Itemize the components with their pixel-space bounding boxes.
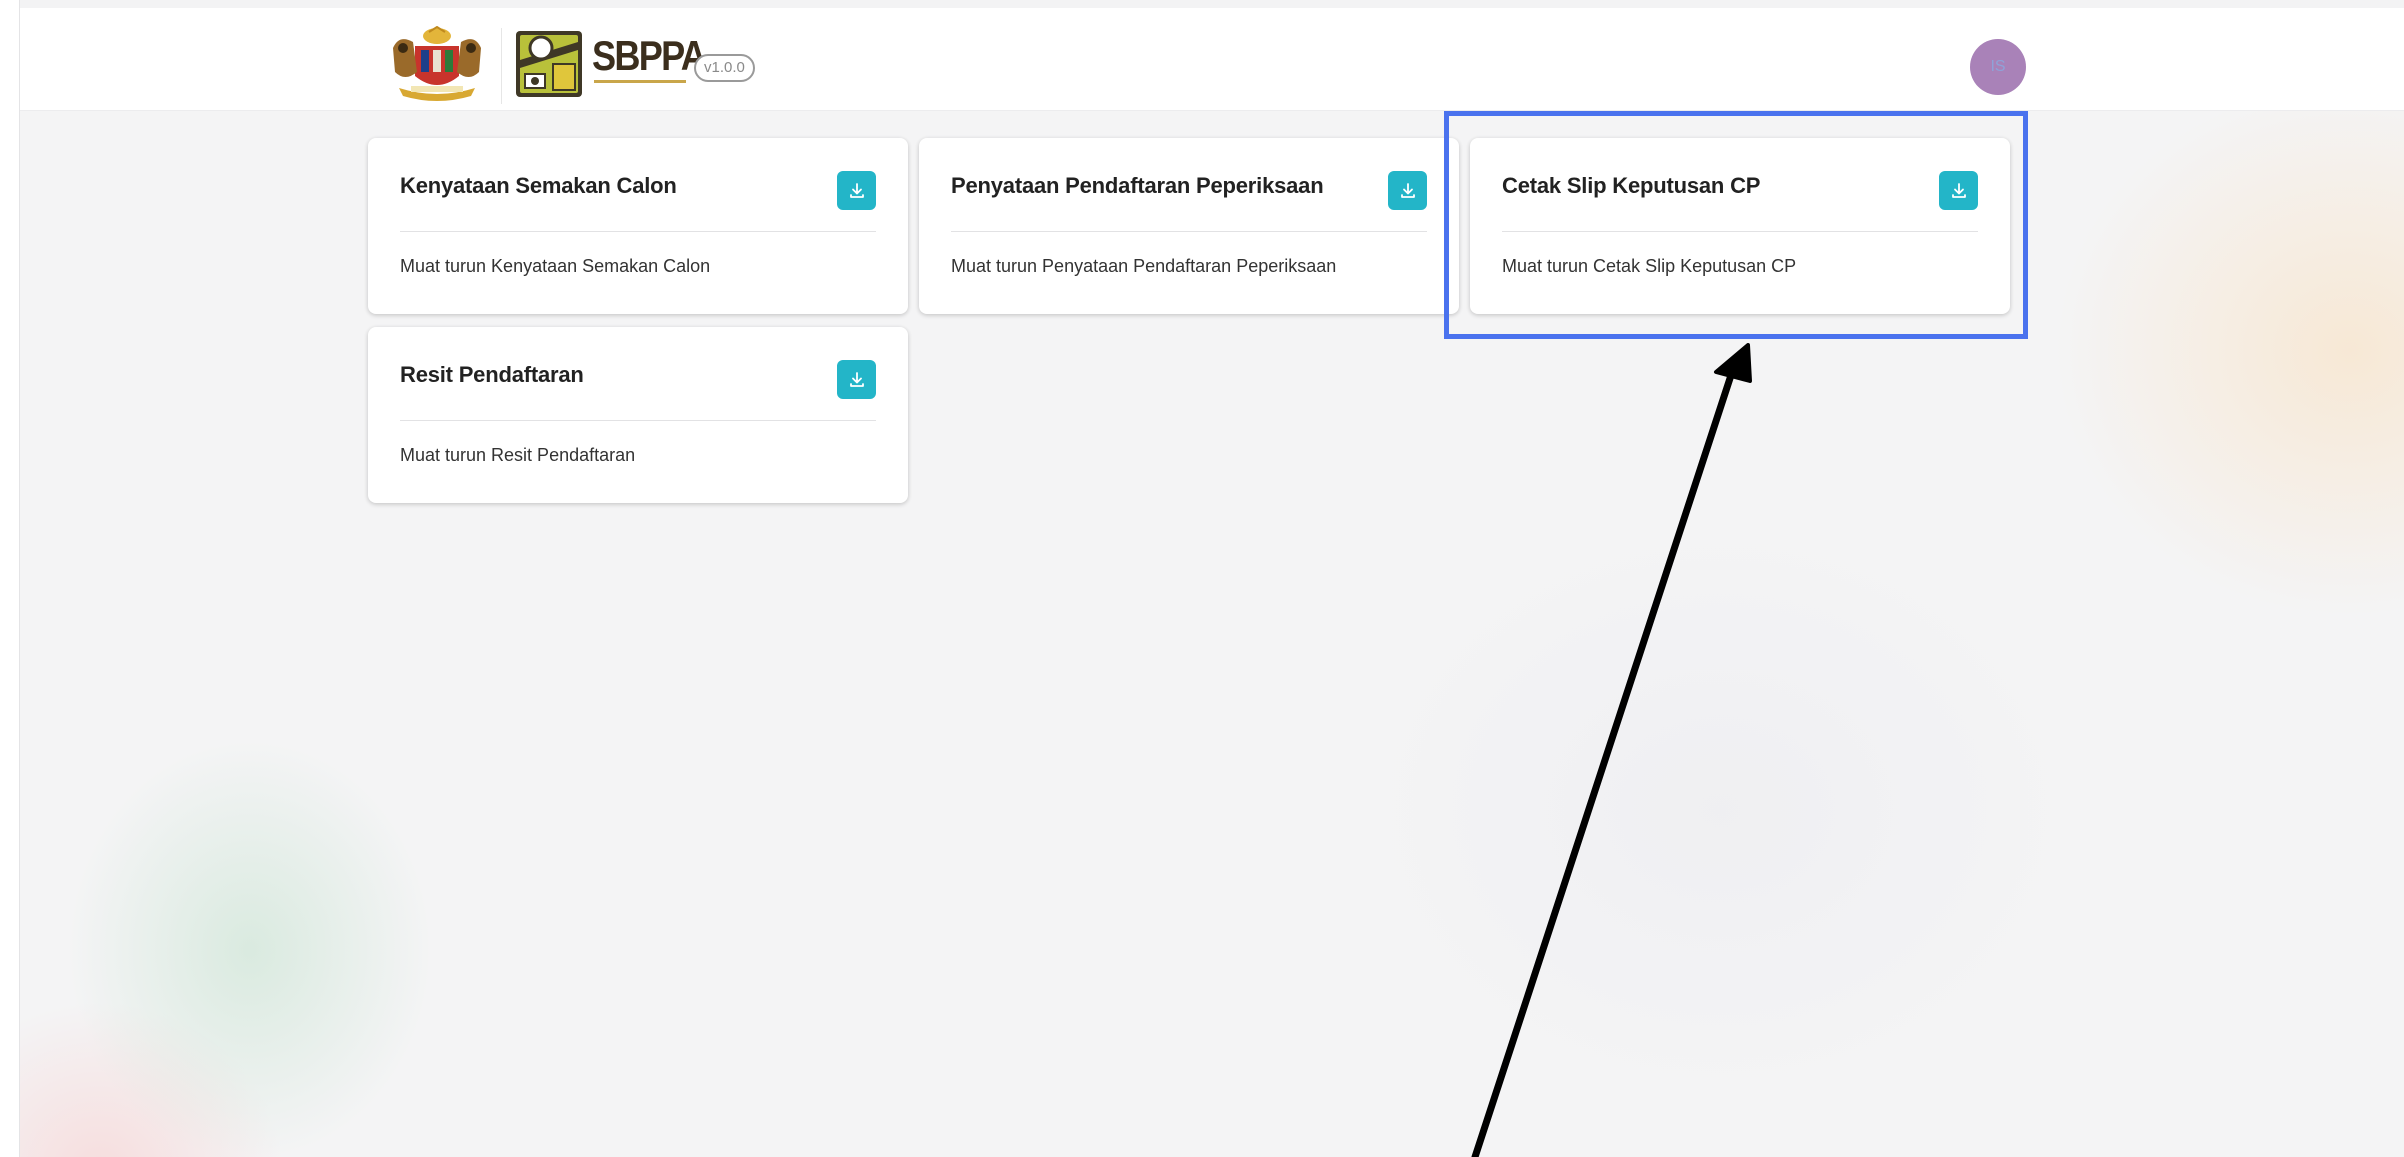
card-description: Muat turun Kenyataan Semakan Calon <box>400 256 711 276</box>
brand-tagline-line <box>594 80 686 83</box>
download-button[interactable] <box>837 171 876 210</box>
highlight-box <box>1444 111 2028 339</box>
card-divider <box>400 420 876 421</box>
card-description: Muat turun Resit Pendaftaran <box>400 445 636 465</box>
card-description: Muat turun Penyataan Pendaftaran Peperik… <box>951 256 1337 276</box>
download-icon <box>849 182 864 198</box>
card-resit-pendaftaran[interactable]: Resit Pendaftaran Muat turun Resit Penda… <box>368 327 908 503</box>
download-button[interactable] <box>1388 171 1427 210</box>
user-avatar[interactable]: IS <box>1970 39 2026 95</box>
top-header: SBPPA v1.0.0 IS <box>20 8 2404 111</box>
sbppa-logo-icon <box>516 31 582 97</box>
window-edge <box>0 0 20 1157</box>
card-penyataan-pendaftaran-peperiksaan[interactable]: Penyataan Pendaftaran Peperiksaan Muat t… <box>919 138 1459 314</box>
card-kenyataan-semakan-calon[interactable]: Kenyataan Semakan Calon Muat turun Kenya… <box>368 138 908 314</box>
logo-divider <box>501 28 502 104</box>
card-title: Kenyataan Semakan Calon <box>400 173 677 198</box>
coat-of-arms-logo <box>393 26 481 101</box>
brand-name: SBPPA <box>592 32 707 79</box>
card-title: Resit Pendaftaran <box>400 362 584 387</box>
card-divider <box>400 231 876 232</box>
download-icon <box>849 371 864 387</box>
card-title: Penyataan Pendaftaran Peperiksaan <box>951 173 1324 198</box>
download-icon <box>1400 182 1415 198</box>
download-button[interactable] <box>837 360 876 399</box>
brand-logo: SBPPA <box>592 32 707 90</box>
card-divider <box>951 231 1427 232</box>
version-badge: v1.0.0 <box>694 54 755 82</box>
